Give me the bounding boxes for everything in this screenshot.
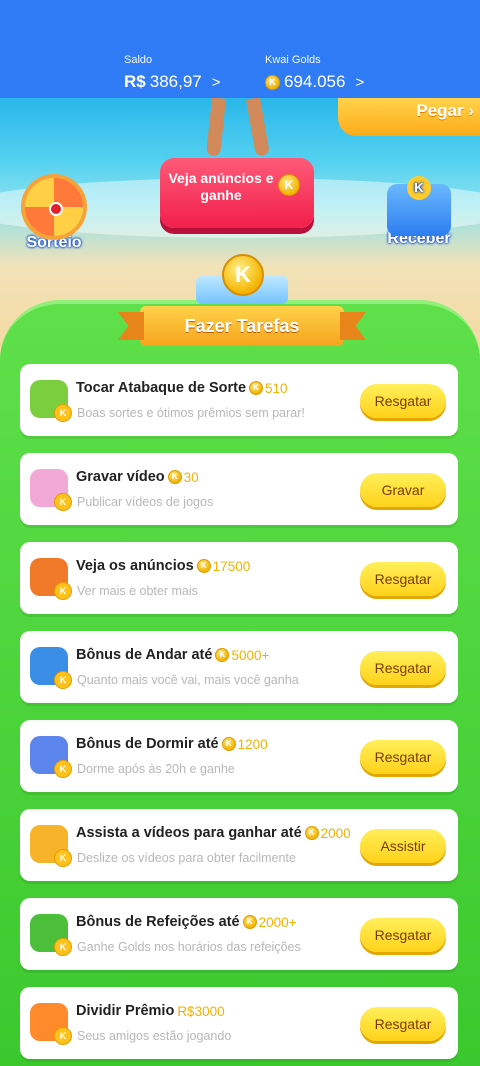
task-action-button[interactable]: Resgatar [360, 384, 446, 418]
task-action-button[interactable]: Gravar [360, 473, 446, 507]
task-title-text: Bônus de Andar até [76, 647, 213, 663]
balance-block[interactable]: Saldo R$ 386,97 > [124, 54, 221, 92]
kwai-coin-icon [249, 381, 264, 395]
task-reward: 1200 [221, 736, 268, 752]
task-action-button[interactable]: Resgatar [360, 740, 446, 774]
task-title: Dividir Prêmio R$3000 [76, 1003, 225, 1019]
task-title: Bônus de Dormir até 1200 [76, 736, 268, 752]
camera-icon [30, 825, 72, 867]
task-reward: 5000+ [215, 648, 269, 663]
balance-label: Saldo [124, 54, 153, 66]
task-card: Bônus de Refeições até 2000+ Ganhe Golds n… [20, 898, 458, 970]
receber-button[interactable]: Receber [378, 176, 460, 248]
task-title: Tocar Atabaque de Sorte 510 [76, 380, 288, 396]
task-card: Bônus de Dormir até 1200Dorme após às 20h… [20, 720, 458, 792]
task-action-button[interactable]: Resgatar [360, 918, 446, 952]
golds-block[interactable]: Kwai Golds 694.056 > [265, 54, 364, 92]
task-reward-value: 5000+ [231, 647, 270, 663]
task-card: Assista a vídeos para ganhar até 2000 Desl… [20, 809, 458, 881]
task-reward-value: 30 [183, 469, 199, 485]
task-title: Bônus de Andar até 5000+ [76, 647, 269, 663]
task-description: Seus amigos estão jogando [77, 1029, 232, 1043]
task-action-button[interactable]: Resgatar [360, 562, 446, 596]
balance-value: 386,97 [149, 72, 202, 91]
kwai-coin-icon [215, 648, 230, 662]
pegar-label: Pegar [416, 101, 464, 120]
chevron-right-icon: > [355, 73, 365, 91]
task-reward-value: 17500 [212, 558, 251, 574]
task-title: Assista a vídeos para ganhar até 2000 [76, 825, 351, 841]
task-reward-value: 2000 [320, 825, 351, 841]
kwai-coin-icon [304, 826, 319, 840]
prize-wheel-icon [21, 174, 87, 240]
task-description: Ganhe Golds nos horários das refeições [77, 940, 301, 954]
task-action-button[interactable]: Resgatar [360, 1007, 446, 1041]
task-reward-value: 2000+ [258, 914, 297, 930]
drum-icon [30, 380, 72, 422]
calendar-meal-icon [30, 914, 72, 956]
task-title-text: Gravar vídeo [76, 469, 165, 485]
kwai-coin-icon: K [278, 174, 300, 196]
watch-ads-label: Veja anúncios e ganhe [168, 170, 274, 203]
video-record-icon [30, 469, 72, 511]
task-reward: 510 [249, 381, 288, 396]
balance-currency: R$ [124, 72, 146, 91]
task-description: Quanto mais você vai, mais você ganha [77, 673, 299, 687]
task-card: Dividir PrêmioR$3000 Seus amigos estão jo… [20, 987, 458, 1059]
task-title-text: Bônus de Dormir até [76, 736, 219, 752]
task-reward: 2000 [304, 825, 351, 841]
tasks-banner: Fazer Tarefas [140, 306, 344, 346]
kwai-coin-icon [167, 470, 182, 484]
task-title-text: Assista a vídeos para ganhar até [76, 825, 302, 841]
task-action-button[interactable]: Resgatar [360, 651, 446, 685]
task-reward-value: 510 [265, 380, 288, 396]
kwai-coin-icon [242, 915, 257, 929]
task-reward: 30 [167, 469, 199, 485]
task-description: Dorme após às 20h e ganhe [77, 762, 235, 776]
task-card: Veja os anúncios 17500 Ver mais e obter ma… [20, 542, 458, 614]
task-card: Tocar Atabaque de Sorte 510 Boas sortes e … [20, 364, 458, 436]
task-card: Gravar vídeo 30 Publicar vídeos de jogos Gr… [20, 453, 458, 525]
task-description: Boas sortes e ótimos prêmios sem parar! [77, 406, 305, 420]
pegar-button[interactable]: Pegar › [338, 98, 480, 136]
task-title: Gravar vídeo 30 [76, 469, 199, 485]
task-description: Publicar vídeos de jogos [77, 495, 214, 509]
task-title-text: Tocar Atabaque de Sorte [76, 380, 247, 396]
task-description: Deslize os vídeos para obter facilmente [77, 851, 296, 865]
coin-crown-icon: K [190, 254, 294, 310]
sleep-moon-icon [30, 736, 72, 778]
coin-box-icon [387, 176, 451, 236]
task-reward-value: 1200 [237, 736, 268, 752]
character-legs-image [205, 98, 275, 157]
tv-icon [30, 558, 72, 600]
task-title-text: Veja os anúncios [76, 558, 194, 574]
task-reward: 2000+ [242, 914, 297, 930]
walking-boy-icon [30, 647, 72, 689]
task-action-button[interactable]: Assistir [360, 829, 446, 863]
task-title-text: Dividir Prêmio [76, 1003, 175, 1019]
golds-value: 694.056 [284, 72, 346, 91]
task-card: Bônus de Andar até 5000+ Quanto mais você … [20, 631, 458, 703]
task-title-text: Bônus de Refeições até [76, 914, 240, 930]
kwai-coin-icon [265, 74, 280, 90]
kwai-coin-icon [196, 559, 211, 573]
task-reward: 17500 [196, 558, 251, 574]
task-title: Veja os anúncios 17500 [76, 558, 250, 574]
task-reward-value: R$3000 [177, 1003, 225, 1019]
task-reward: R$3000 [177, 1004, 224, 1019]
chevron-right-icon: > [211, 73, 221, 91]
watch-ads-button[interactable]: Veja anúncios e ganhe K [160, 158, 314, 228]
sorteio-button[interactable]: Sorteio [14, 174, 94, 252]
task-description: Ver mais e obter mais [77, 584, 198, 598]
kwai-coin-icon [221, 737, 236, 751]
gift-box-icon [30, 1003, 72, 1045]
task-title: Bônus de Refeições até 2000+ [76, 914, 297, 930]
header-bar: Saldo R$ 386,97 > Kwai Golds 694.056 > [0, 0, 480, 98]
golds-label: Kwai Golds [265, 54, 321, 66]
